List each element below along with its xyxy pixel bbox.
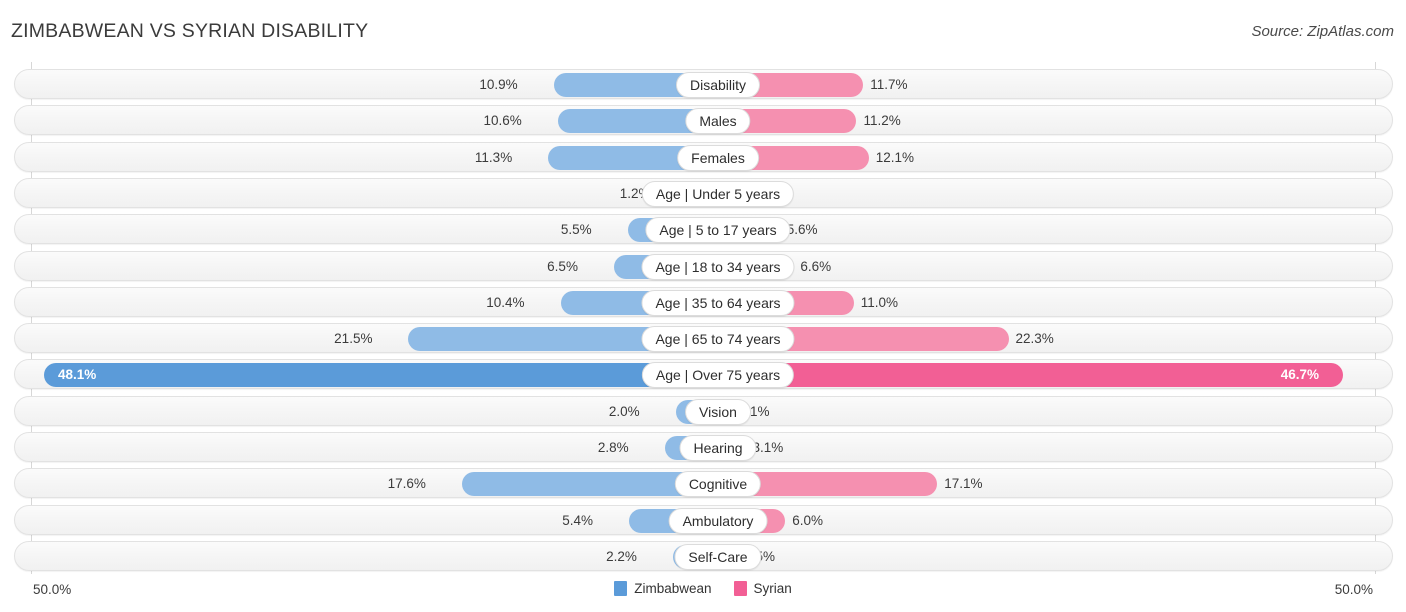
chart-row[interactable]: 1.2%1.3%Age | Under 5 years (14, 177, 1393, 208)
category-label[interactable]: Age | Under 5 years (641, 180, 795, 207)
value-label-syrian: 3.1% (752, 440, 784, 455)
chart-row[interactable]: 5.4% 6.0% Ambulatory (14, 504, 1393, 535)
category-label[interactable]: Females (677, 144, 759, 171)
value-label-syrian: 22.3% (1015, 331, 1054, 347)
chart-plot-area: 10.9% 11.7% Disability 10.6% 11.2% Males 11.3%… (0, 62, 1406, 574)
legend-label: Syrian (753, 581, 792, 596)
legend-swatch-icon (733, 581, 747, 596)
value-label-syrian: 46.7% (1280, 367, 1320, 383)
value-label-zimbabwean: 21.5% (334, 331, 373, 347)
category-label[interactable]: Hearing (679, 435, 757, 461)
bar-zimbabwean (461, 472, 703, 497)
legend-item[interactable]: Syrian (733, 581, 792, 596)
source-attribution: Source: ZipAtlas.com (1251, 23, 1394, 40)
value-label-syrian: 11.0% (860, 294, 898, 310)
chart-header: ZIMBABWEAN VS SYRIAN DISABILITY Source: … (0, 0, 1406, 62)
value-label-zimbabwean: 2.2% (606, 548, 637, 564)
category-label[interactable]: Age | 5 to 17 years (645, 217, 791, 244)
value-label-zimbabwean: 17.6% (387, 476, 426, 492)
category-label[interactable]: Age | 18 to 34 years (641, 253, 795, 280)
chart-row[interactable]: 2.8% 3.1% Hearing (14, 432, 1393, 462)
category-label[interactable]: Cognitive (674, 471, 762, 498)
value-label-syrian: 17.1% (944, 476, 983, 492)
legend-item[interactable]: Zimbabwean (614, 581, 712, 596)
category-label[interactable]: Ambulatory (668, 507, 768, 534)
value-label-syrian: 5.6% (786, 222, 818, 238)
category-label[interactable]: Vision (685, 398, 751, 425)
value-label-zimbabwean: 5.4% (562, 512, 594, 528)
category-label[interactable]: Disability (675, 72, 761, 98)
chart-row[interactable]: 11.3% 12.1% Females (14, 141, 1393, 172)
value-label-syrian: 11.7% (870, 77, 908, 92)
chart-row[interactable]: 10.9% 11.7% Disability (14, 69, 1393, 99)
value-label-syrian: 6.6% (800, 258, 832, 274)
chart-legend: Zimbabwean Syrian (0, 581, 1406, 596)
chart-row[interactable]: 2.2%2.5%Self-Care (14, 540, 1393, 571)
value-label-syrian: 6.0% (792, 512, 823, 528)
value-label-zimbabwean: 11.3% (474, 149, 513, 165)
chart-row[interactable]: 10.6% 11.2% Males (14, 105, 1393, 136)
bar-zimbabwean (557, 109, 703, 134)
value-label-zimbabwean: 10.4% (486, 294, 525, 310)
value-label-syrian: 12.1% (875, 149, 915, 165)
value-label-zimbabwean: 5.5% (560, 222, 592, 238)
legend-label: Zimbabwean (634, 581, 712, 596)
bar-zimbabwean (44, 363, 703, 388)
value-label-zimbabwean: 2.8% (597, 440, 629, 455)
value-label-zimbabwean: 10.6% (483, 113, 522, 129)
chart-row[interactable]: 17.6% 17.1% Cognitive (14, 468, 1393, 499)
value-label-zimbabwean: 6.5% (547, 258, 578, 274)
chart-row[interactable]: 2.0% 2.1% Vision (14, 395, 1393, 426)
category-label[interactable]: Age | 35 to 64 years (641, 289, 795, 316)
category-label[interactable]: Age | Over 75 years (641, 362, 795, 389)
chart-footer: 50.0% 50.0% Zimbabwean Syrian (0, 574, 1406, 612)
chart-row[interactable]: 5.5% 5.6% Age | 5 to 17 years (14, 214, 1393, 245)
value-label-syrian: 11.2% (863, 113, 901, 129)
bar-syrian (703, 363, 1343, 388)
chart-row[interactable]: 48.1% 46.7% Age | Over 75 years (14, 359, 1393, 390)
value-label-zimbabwean: 48.1% (58, 367, 97, 383)
legend-swatch-icon (614, 581, 628, 596)
value-label-zimbabwean: 2.0% (608, 403, 640, 419)
value-label-zimbabwean: 10.9% (479, 77, 518, 92)
category-label[interactable]: Males (685, 108, 751, 135)
chart-row[interactable]: 6.5% 6.6% Age | 18 to 34 years (14, 250, 1393, 281)
category-label[interactable]: Self-Care (674, 543, 762, 570)
page-title: ZIMBABWEAN VS SYRIAN DISABILITY (11, 20, 369, 42)
chart-row[interactable]: 10.4% 11.0% Age | 35 to 64 years (14, 286, 1393, 317)
category-label[interactable]: Age | 65 to 74 years (641, 326, 795, 353)
chart-row[interactable]: 21.5% 22.3% Age | 65 to 74 years (14, 323, 1393, 354)
